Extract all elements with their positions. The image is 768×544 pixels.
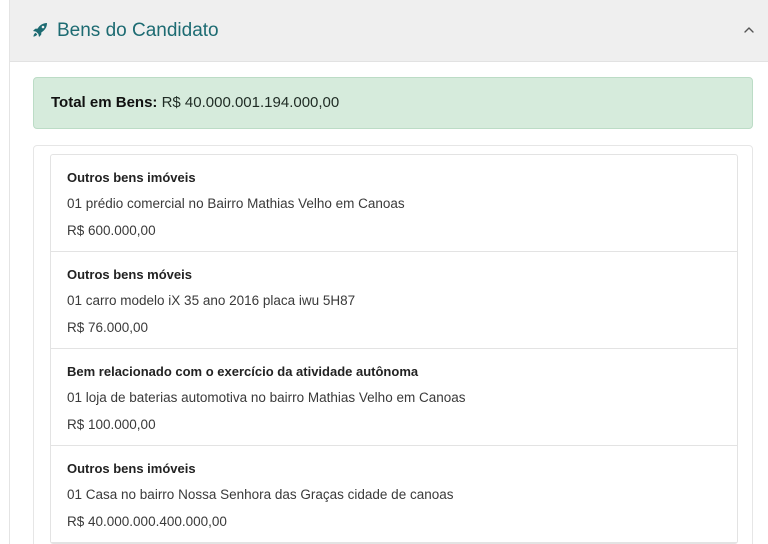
asset-item: Outros bens móveis 01 carro modelo iX 35… [51, 252, 737, 349]
total-assets-value: R$ 40.000.001.194.000,00 [161, 94, 340, 111]
asset-type: Outros bens móveis [67, 267, 192, 282]
asset-type: Outros bens imóveis [67, 461, 196, 476]
asset-type: Outros bens imóveis [67, 170, 196, 185]
asset-value: R$ 100.000,00 [67, 417, 156, 432]
asset-value: R$ 40.000.000.400.000,00 [67, 514, 227, 529]
section-title: Bens do Candidato [57, 20, 219, 41]
asset-description: 01 prédio comercial no Bairro Mathias Ve… [67, 196, 405, 211]
asset-item: Bem relacionado com o exercício da ativi… [51, 349, 737, 446]
assets-list: Outros bens imóveis 01 prédio comercial … [50, 154, 738, 544]
asset-description: 01 loja de baterias automotiva no bairro… [67, 390, 466, 405]
asset-description: 01 carro modelo iX 35 ano 2016 placa iwu… [67, 293, 356, 308]
total-assets-text: Total em Bens: R$ 40.000.001.194.000,00 [51, 93, 339, 113]
page: Bens do Candidato Total em Bens: R$ 40.0… [0, 0, 768, 544]
asset-item: Outros bens imóveis 01 prédio comercial … [51, 155, 737, 252]
candidate-assets-card: Bens do Candidato Total em Bens: R$ 40.0… [9, 0, 768, 544]
card-header[interactable]: Bens do Candidato [10, 0, 768, 62]
total-assets-box: Total em Bens: R$ 40.000.001.194.000,00 [33, 77, 753, 129]
asset-value: R$ 600.000,00 [67, 223, 156, 238]
asset-value: R$ 76.000,00 [67, 320, 149, 335]
total-assets-label: Total em Bens: [51, 94, 158, 111]
chevron-up-icon[interactable] [738, 20, 760, 40]
rocket-icon [33, 23, 47, 37]
asset-item: Outros bens imóveis 01 Casa no bairro No… [51, 446, 737, 543]
assets-panel: Outros bens imóveis 01 prédio comercial … [33, 145, 753, 544]
asset-description: 01 Casa no bairro Nossa Senhora das Graç… [67, 487, 454, 502]
asset-type: Bem relacionado com o exercício da ativi… [67, 364, 419, 379]
